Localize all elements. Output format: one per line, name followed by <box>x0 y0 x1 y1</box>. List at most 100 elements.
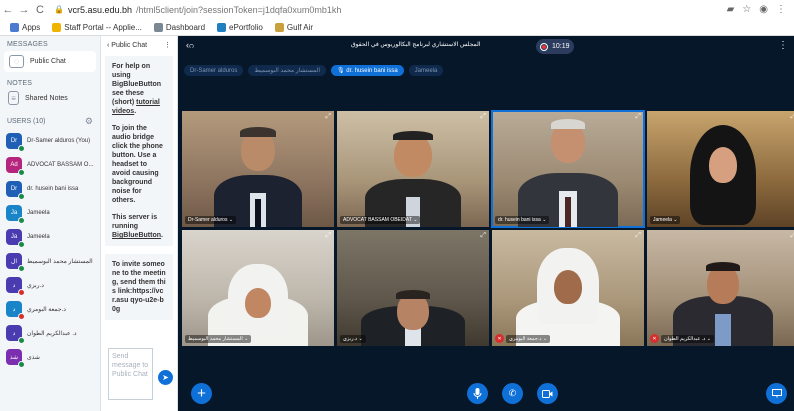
avatar-initials: د <box>12 330 16 337</box>
video-tile[interactable]: ⤢ ✕ د.جمعة البومري ⌄ <box>492 230 644 346</box>
bookmarks-bar: Apps Staff Portal -- Applie... Dashboard eP… <box>0 19 794 36</box>
bookmark-label: Gulf Air <box>286 22 314 32</box>
bookmark-item[interactable]: Staff Portal -- Applie... <box>52 22 142 32</box>
user-item[interactable]: Dr Dr-Samer alduros (You) <box>0 129 100 153</box>
bookmark-label: Dashboard <box>165 22 206 32</box>
bookmark-item[interactable]: Dashboard <box>153 22 206 32</box>
recording-indicator[interactable]: 10:19 <box>536 39 574 54</box>
avatar: د <box>6 301 25 320</box>
options-icon[interactable]: ⋮ <box>778 40 788 51</box>
chat-options-icon[interactable]: ⋮ <box>164 41 171 49</box>
status-indicator-icon <box>18 241 25 248</box>
user-item[interactable]: ال المستشار محمد البوسميط <box>0 249 100 273</box>
plus-icon[interactable]: + <box>191 383 212 404</box>
talker-chip[interactable]: Jameela <box>408 65 444 76</box>
muted-mic-icon: ✕ <box>495 334 504 343</box>
expand-icon[interactable]: ⤢ <box>480 113 486 121</box>
cast-icon[interactable]: ▰ <box>727 4 735 15</box>
video-tile[interactable]: ⤢ dr. husein bani issa ⌄ <box>491 110 645 228</box>
talking-indicator: Dr-Samer alduros المستشار محمد البوسميط 🎙 … <box>184 65 444 76</box>
user-name: Jameela <box>27 234 50 240</box>
talker-chip[interactable]: 🎙 dr. husein bani issa <box>331 65 404 76</box>
shared-notes-item[interactable]: ≡ Shared Notes <box>0 87 100 109</box>
user-list-panel: MESSAGES ◌ Public Chat NOTES ≡ Shared No… <box>0 36 101 411</box>
invite-message: To invite someone to the meeting, send t… <box>105 254 173 320</box>
bigbluebutton-link[interactable]: BigBlueButton <box>112 232 161 239</box>
tile-name[interactable]: د. عبدالكريم الطوان ⌄ <box>661 335 714 343</box>
user-list: Dr Dr-Samer alduros (You) Ad ADVOCAT BASSAM… <box>0 129 100 369</box>
user-item[interactable]: د د. عبدالكريم الطوان <box>0 321 100 345</box>
star-icon[interactable]: ☆ <box>742 4 751 15</box>
tile-name[interactable]: المستشار محمد البوسميط ⌄ <box>185 335 252 343</box>
status-indicator-icon <box>18 145 25 152</box>
presentation-icon[interactable] <box>766 383 787 404</box>
tile-name[interactable]: ADVOCAT BASSAM OBEIDAT ⌄ <box>340 216 421 224</box>
bookmark-icon <box>217 22 227 32</box>
tile-name[interactable]: Jameela ⌄ <box>650 216 681 224</box>
user-name: د.جمعة البومري <box>27 306 66 313</box>
video-tile[interactable]: ⤢ ADVOCAT BASSAM OBEIDAT ⌄ <box>337 111 489 227</box>
expand-icon[interactable]: ⤢ <box>790 113 794 121</box>
status-indicator-icon <box>18 313 25 320</box>
kebab-menu-icon[interactable]: ⋮ <box>776 4 786 15</box>
video-tile[interactable]: ⤢ د.ربزي ⌄ <box>337 230 489 346</box>
bookmark-label: Staff Portal -- Applie... <box>64 22 142 32</box>
address-bar[interactable]: 🔒 vcr5.asu.edu.bh/html5client/join?sessi… <box>54 5 727 15</box>
user-item[interactable]: Ja Jameela <box>0 201 100 225</box>
bookmark-item[interactable]: ePortfolio <box>217 22 263 32</box>
tile-name[interactable]: د.جمعة البومري ⌄ <box>506 335 551 343</box>
expand-icon[interactable]: ⤢ <box>635 113 641 121</box>
public-chat-label: Public Chat <box>30 58 66 65</box>
chat-back-button[interactable]: ‹ Public Chat <box>107 42 147 49</box>
expand-icon[interactable]: ⤢ <box>635 232 641 240</box>
user-item[interactable]: د د.ربزي <box>0 273 100 297</box>
user-item[interactable]: د د.جمعة البومري <box>0 297 100 321</box>
bookmark-item[interactable]: Gulf Air <box>274 22 314 32</box>
url-host: vcr5.asu.edu.bh <box>67 4 133 15</box>
video-tile[interactable]: ⤢ Jameela ⌄ <box>647 111 794 227</box>
video-tile[interactable]: ⤢ Dr-Samer alduros ⌄ <box>182 111 334 227</box>
bookmark-icon <box>10 22 19 32</box>
tile-name[interactable]: Dr-Samer alduros ⌄ <box>185 216 237 224</box>
toggle-userlist-icon[interactable]: ‹ဂ <box>186 40 194 53</box>
expand-icon[interactable]: ⤢ <box>325 113 331 121</box>
user-item[interactable]: شذ شذى <box>0 345 100 369</box>
status-indicator-icon <box>18 289 25 296</box>
bookmark-label: Apps <box>22 22 41 32</box>
phone-icon[interactable]: ✆ <box>502 383 523 404</box>
expand-icon[interactable]: ⤢ <box>480 232 486 240</box>
forward-button[interactable]: → <box>16 4 32 16</box>
public-chat-panel: ‹ Public Chat ⋮ For help on using BigBlu… <box>101 36 178 411</box>
bookmark-item[interactable]: Apps <box>10 22 41 32</box>
talker-chip[interactable]: Dr-Samer alduros <box>184 65 244 76</box>
expand-icon[interactable]: ⤢ <box>790 232 794 240</box>
user-item[interactable]: Ja Jameela <box>0 225 100 249</box>
avatar: Dr <box>6 133 25 152</box>
camera-icon[interactable] <box>537 383 558 404</box>
shared-notes-label: Shared Notes <box>25 94 68 102</box>
user-name: د. عبدالكريم الطوان <box>27 330 77 337</box>
send-icon[interactable]: ➤ <box>158 370 173 385</box>
bookmark-icon <box>153 22 163 32</box>
public-chat-item[interactable]: ◌ Public Chat <box>4 51 96 72</box>
video-tile[interactable]: ⤢ ✕ د. عبدالكريم الطوان ⌄ <box>647 230 794 346</box>
talker-chip[interactable]: المستشار محمد البوسميط <box>248 65 327 76</box>
gear-icon[interactable]: ⚙ <box>85 116 93 127</box>
expand-icon[interactable]: ⤢ <box>325 232 331 240</box>
tile-name[interactable]: dr. husein bani issa ⌄ <box>495 216 550 224</box>
microphone-icon[interactable] <box>467 383 488 404</box>
back-button[interactable]: ← <box>0 4 16 16</box>
bookmark-label: ePortfolio <box>229 22 263 32</box>
user-item[interactable]: Ad ADVOCAT BASSAM O... <box>0 153 100 177</box>
user-name: د.ربزي <box>27 282 44 289</box>
chat-icon: ◌ <box>9 55 24 68</box>
user-item[interactable]: Dr dr. husein bani issa <box>0 177 100 201</box>
user-name: ADVOCAT BASSAM O... <box>27 162 94 168</box>
chat-message-input[interactable]: Send message to Public Chat <box>108 348 153 400</box>
avatar: Ja <box>6 205 25 224</box>
tile-name[interactable]: د.ربزي ⌄ <box>340 335 366 343</box>
profile-icon[interactable]: ◉ <box>759 4 768 15</box>
video-tile[interactable]: ⤢ المستشار محمد البوسميط ⌄ <box>182 230 334 346</box>
reload-button[interactable]: C <box>32 4 48 16</box>
notes-icon: ≡ <box>8 91 19 105</box>
